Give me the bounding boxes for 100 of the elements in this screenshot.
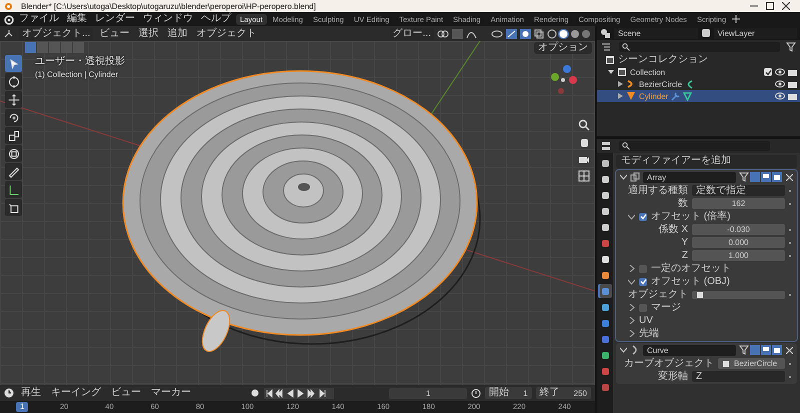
number-field[interactable]: -0.030 bbox=[692, 224, 785, 235]
zoom-icon[interactable] bbox=[578, 119, 590, 131]
expanded-caret-icon[interactable] bbox=[628, 278, 635, 285]
menu-item[interactable]: ウィンドウ bbox=[140, 13, 196, 25]
menu-item[interactable]: 編集 bbox=[64, 13, 90, 25]
orientation-dropdown[interactable]: グロー... bbox=[390, 28, 434, 40]
object-field[interactable]: BezierCircle bbox=[718, 358, 785, 369]
collapsed-caret-icon[interactable] bbox=[628, 317, 635, 324]
link-icon[interactable] bbox=[437, 28, 449, 38]
menu-item[interactable]: 追加 bbox=[164, 28, 190, 40]
collapsed-caret-icon[interactable] bbox=[628, 330, 635, 337]
tree-item-label: Cylinder bbox=[639, 92, 668, 100]
number-field[interactable]: 0.000 bbox=[692, 237, 785, 248]
tool-button[interactable] bbox=[5, 127, 22, 144]
playback-controls-icon[interactable] bbox=[264, 388, 334, 398]
record-icon[interactable] bbox=[250, 388, 260, 398]
object-field[interactable] bbox=[692, 290, 785, 298]
menu-item[interactable]: レンダー bbox=[92, 13, 138, 25]
current-frame-badge[interactable]: 1 bbox=[16, 402, 28, 412]
search-field[interactable] bbox=[619, 141, 770, 151]
subpanel-label[interactable]: 先端 bbox=[639, 328, 659, 340]
scene-icon[interactable] bbox=[600, 28, 611, 38]
menu-item[interactable]: ビュー bbox=[108, 387, 144, 399]
subpanel-label[interactable]: 一定のオフセット bbox=[651, 262, 731, 274]
dropdown-field[interactable]: Z bbox=[692, 371, 785, 382]
modifier-name-field[interactable]: Array bbox=[643, 172, 736, 182]
add-icon[interactable] bbox=[732, 15, 740, 23]
mode-dropdown[interactable]: オブジェクト... bbox=[19, 28, 94, 40]
curve-data-icon[interactable] bbox=[685, 80, 694, 88]
maximize-icon[interactable] bbox=[766, 2, 774, 10]
add-modifier-dropdown[interactable]: モディファイアーを追加 bbox=[616, 155, 797, 168]
xray-icon[interactable] bbox=[534, 28, 544, 38]
checkbox[interactable] bbox=[639, 304, 647, 312]
eye-icon[interactable] bbox=[775, 68, 785, 76]
tool-button[interactable] bbox=[5, 145, 22, 162]
wrench-icon[interactable] bbox=[671, 92, 680, 100]
menu-item[interactable]: オブジェクト bbox=[193, 28, 260, 40]
subpanel-label[interactable]: オフセット (倍率) bbox=[651, 210, 730, 222]
overlay-toggle-icon[interactable] bbox=[520, 28, 531, 38]
eye-icon[interactable] bbox=[775, 92, 785, 100]
tool-button[interactable] bbox=[5, 109, 22, 126]
subpanel-label[interactable]: マージ bbox=[651, 302, 681, 314]
modifier-toggles-icon[interactable] bbox=[739, 345, 783, 355]
tool-button[interactable] bbox=[5, 181, 22, 198]
modifier-toggles-icon[interactable] bbox=[739, 172, 783, 182]
clock-icon[interactable] bbox=[4, 388, 14, 398]
end-frame[interactable]: 250 bbox=[574, 388, 587, 398]
tool-button[interactable] bbox=[5, 163, 22, 180]
expanded-caret-icon[interactable] bbox=[620, 174, 627, 180]
eye-icon[interactable] bbox=[775, 80, 785, 88]
add-cube-icon bbox=[8, 202, 20, 214]
editor-type-icon[interactable] bbox=[601, 141, 613, 151]
subpanel-label[interactable]: UV bbox=[639, 314, 653, 326]
collapsed-caret-icon[interactable] bbox=[628, 265, 635, 272]
gizmo-toggle-icon[interactable] bbox=[506, 28, 517, 38]
checkbox[interactable] bbox=[639, 212, 647, 220]
expanded-caret-icon[interactable] bbox=[608, 69, 614, 75]
outliner-row[interactable]: BezierCircle bbox=[597, 78, 800, 90]
checkbox[interactable] bbox=[639, 264, 647, 272]
modifier-name-field[interactable]: Curve bbox=[643, 344, 736, 356]
collapsed-caret-icon[interactable] bbox=[628, 304, 635, 311]
exclude-checkbox[interactable] bbox=[764, 68, 772, 76]
blender-logo-icon[interactable] bbox=[3, 14, 14, 24]
filter-icon[interactable] bbox=[786, 42, 796, 52]
stopwatch-icon[interactable] bbox=[471, 388, 482, 398]
visibility-icon[interactable] bbox=[491, 28, 503, 38]
tool-button[interactable] bbox=[5, 91, 22, 108]
search-field[interactable] bbox=[619, 42, 780, 52]
dropdown-field[interactable]: 定数で指定 bbox=[692, 185, 785, 196]
checkbox[interactable] bbox=[639, 278, 647, 286]
grid-icon[interactable] bbox=[578, 170, 590, 182]
menu-item[interactable]: マーカー bbox=[148, 387, 194, 399]
close-icon[interactable] bbox=[782, 2, 790, 10]
scene-field[interactable]: Scene bbox=[614, 28, 698, 38]
outliner-row[interactable]: Cylinder bbox=[597, 90, 800, 102]
property-label: オブジェクト bbox=[627, 288, 688, 300]
mesh-icon bbox=[626, 91, 636, 101]
tool-button[interactable] bbox=[5, 73, 22, 90]
current-frame-field[interactable]: 1 bbox=[389, 388, 468, 398]
expanded-caret-icon[interactable] bbox=[628, 213, 635, 220]
start-frame[interactable]: 1 bbox=[523, 388, 528, 398]
view-layer-icon[interactable] bbox=[700, 28, 710, 38]
outliner-row[interactable]: Collection bbox=[597, 66, 800, 78]
shading-modes-icon[interactable] bbox=[547, 28, 591, 38]
number-field[interactable]: 162 bbox=[692, 198, 785, 209]
mesh-data-icon[interactable] bbox=[683, 92, 692, 100]
display-mode-icon[interactable] bbox=[601, 42, 613, 52]
subpanel-label[interactable]: オフセット (OBJ) bbox=[651, 276, 730, 288]
menu-item[interactable]: ファイル bbox=[16, 13, 62, 25]
tool-button[interactable] bbox=[5, 199, 22, 216]
tree-item[interactable]: シーンコレクション bbox=[618, 54, 708, 66]
expanded-caret-icon[interactable] bbox=[620, 347, 627, 353]
number-field[interactable]: 1.000 bbox=[692, 250, 785, 261]
menu-item[interactable]: ビュー bbox=[96, 28, 132, 40]
menu-item[interactable]: 再生 bbox=[18, 387, 44, 399]
menu-item[interactable]: 選択 bbox=[135, 28, 162, 40]
options-dropdown[interactable]: オプション bbox=[534, 42, 592, 54]
menu-item[interactable]: キーイング bbox=[48, 387, 104, 399]
menu-item[interactable]: ヘルプ bbox=[198, 13, 234, 25]
view-layer-field[interactable]: ViewLayer bbox=[714, 28, 797, 38]
